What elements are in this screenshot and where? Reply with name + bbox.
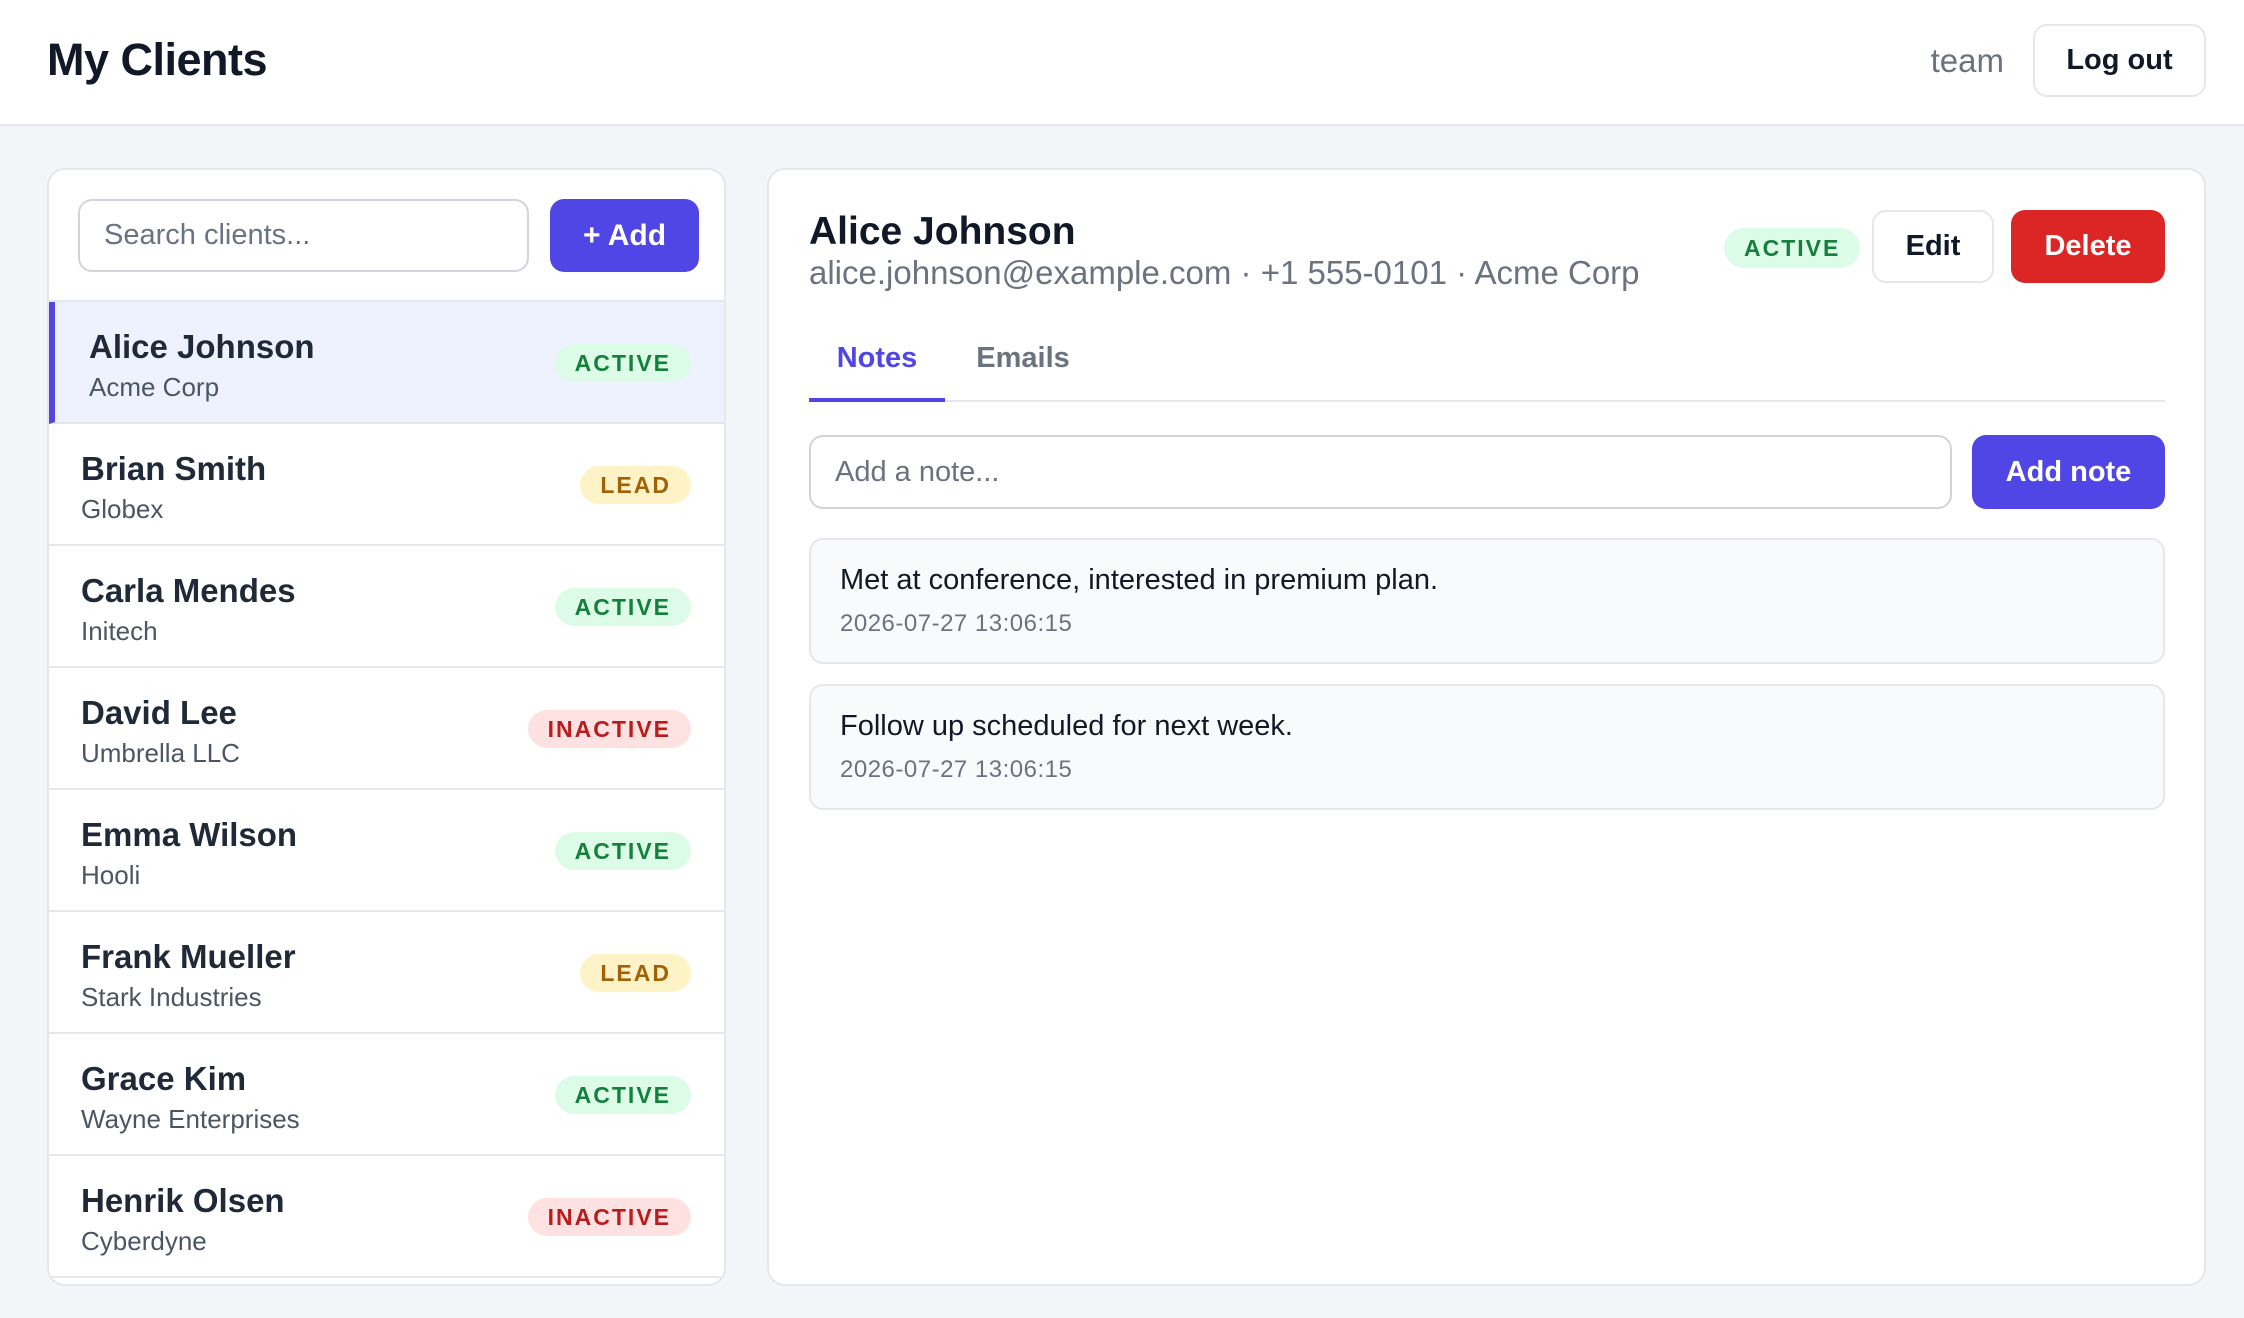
client-row[interactable]: Frank Mueller Stark Industries LEAD [49,912,724,1034]
client-name: Emma Wilson [81,816,298,853]
client-name: David Lee [81,694,237,731]
client-contact-info: alice.johnson@example.com · +1 555-0101 … [809,254,1640,291]
note-card: Follow up scheduled for next week. 2026-… [809,684,2165,810]
status-badge: LEAD [580,954,691,992]
client-company: Acme Corp [89,372,220,402]
client-row[interactable]: Henrik Olsen Cyberdyne INACTIVE [49,1156,724,1278]
status-badge: INACTIVE [527,1198,691,1236]
client-company: Stark Industries [81,982,262,1012]
client-name: Henrik Olsen [81,1182,285,1219]
client-company: Umbrella LLC [81,738,240,768]
client-row[interactable]: Grace Kim Wayne Enterprises ACTIVE [49,1034,724,1156]
add-client-button[interactable]: + Add [550,199,699,272]
client-company: Initech [81,616,158,646]
page-title: My Clients [47,34,268,85]
tab-emails[interactable]: Emails [974,338,1072,402]
client-name: Frank Mueller [81,938,296,975]
status-badge: LEAD [580,466,691,504]
client-row[interactable]: Emma Wilson Hooli ACTIVE [49,790,724,912]
add-note-button[interactable]: Add note [1972,435,2165,509]
detail-tabs: Notes Emails [809,338,2165,402]
client-detail-panel: Alice Johnson alice.johnson@example.com … [767,168,2206,1286]
client-name: Alice Johnson [89,328,315,365]
client-company: Globex [81,494,164,524]
client-name: Grace Kim [81,1060,247,1097]
edit-button[interactable]: Edit [1872,210,1994,283]
note-text: Met at conference, interested in premium… [840,564,1439,596]
search-input[interactable] [78,199,529,272]
logout-button[interactable]: Log out [2033,24,2206,97]
status-badge: ACTIVE [1724,228,1861,268]
client-company: Cyberdyne [81,1226,207,1256]
client-company: Hooli [81,860,141,890]
client-row[interactable]: Brian Smith Globex LEAD [49,424,724,546]
status-badge: ACTIVE [554,1076,691,1114]
client-name: Carla Mendes [81,572,296,609]
top-bar: My Clients team Log out [0,0,2244,126]
client-detail-name: Alice Johnson [809,210,1076,253]
note-text: Follow up scheduled for next week. [840,710,1293,742]
client-list: Alice Johnson Acme Corp ACTIVE Brian Smi… [49,300,724,1278]
note-input[interactable] [809,435,1952,509]
client-row[interactable]: Carla Mendes Initech ACTIVE [49,546,724,668]
client-row[interactable]: David Lee Umbrella LLC INACTIVE [49,668,724,790]
client-list-panel: + Add Alice Johnson Acme Corp ACTIVE Bri… [47,168,726,1286]
client-name: Brian Smith [81,450,267,487]
status-badge: ACTIVE [554,588,691,626]
client-row[interactable]: Alice Johnson Acme Corp ACTIVE [49,302,724,424]
status-badge: INACTIVE [527,710,691,748]
client-company: Wayne Enterprises [81,1104,300,1134]
note-timestamp: 2026-07-27 13:06:15 [840,610,1073,637]
delete-button[interactable]: Delete [2011,210,2165,283]
note-timestamp: 2026-07-27 13:06:15 [840,756,1073,783]
status-badge: ACTIVE [554,344,691,382]
current-user-label: team [1930,42,2004,79]
tab-notes[interactable]: Notes [809,338,945,402]
note-card: Met at conference, interested in premium… [809,538,2165,664]
status-badge: ACTIVE [554,832,691,870]
